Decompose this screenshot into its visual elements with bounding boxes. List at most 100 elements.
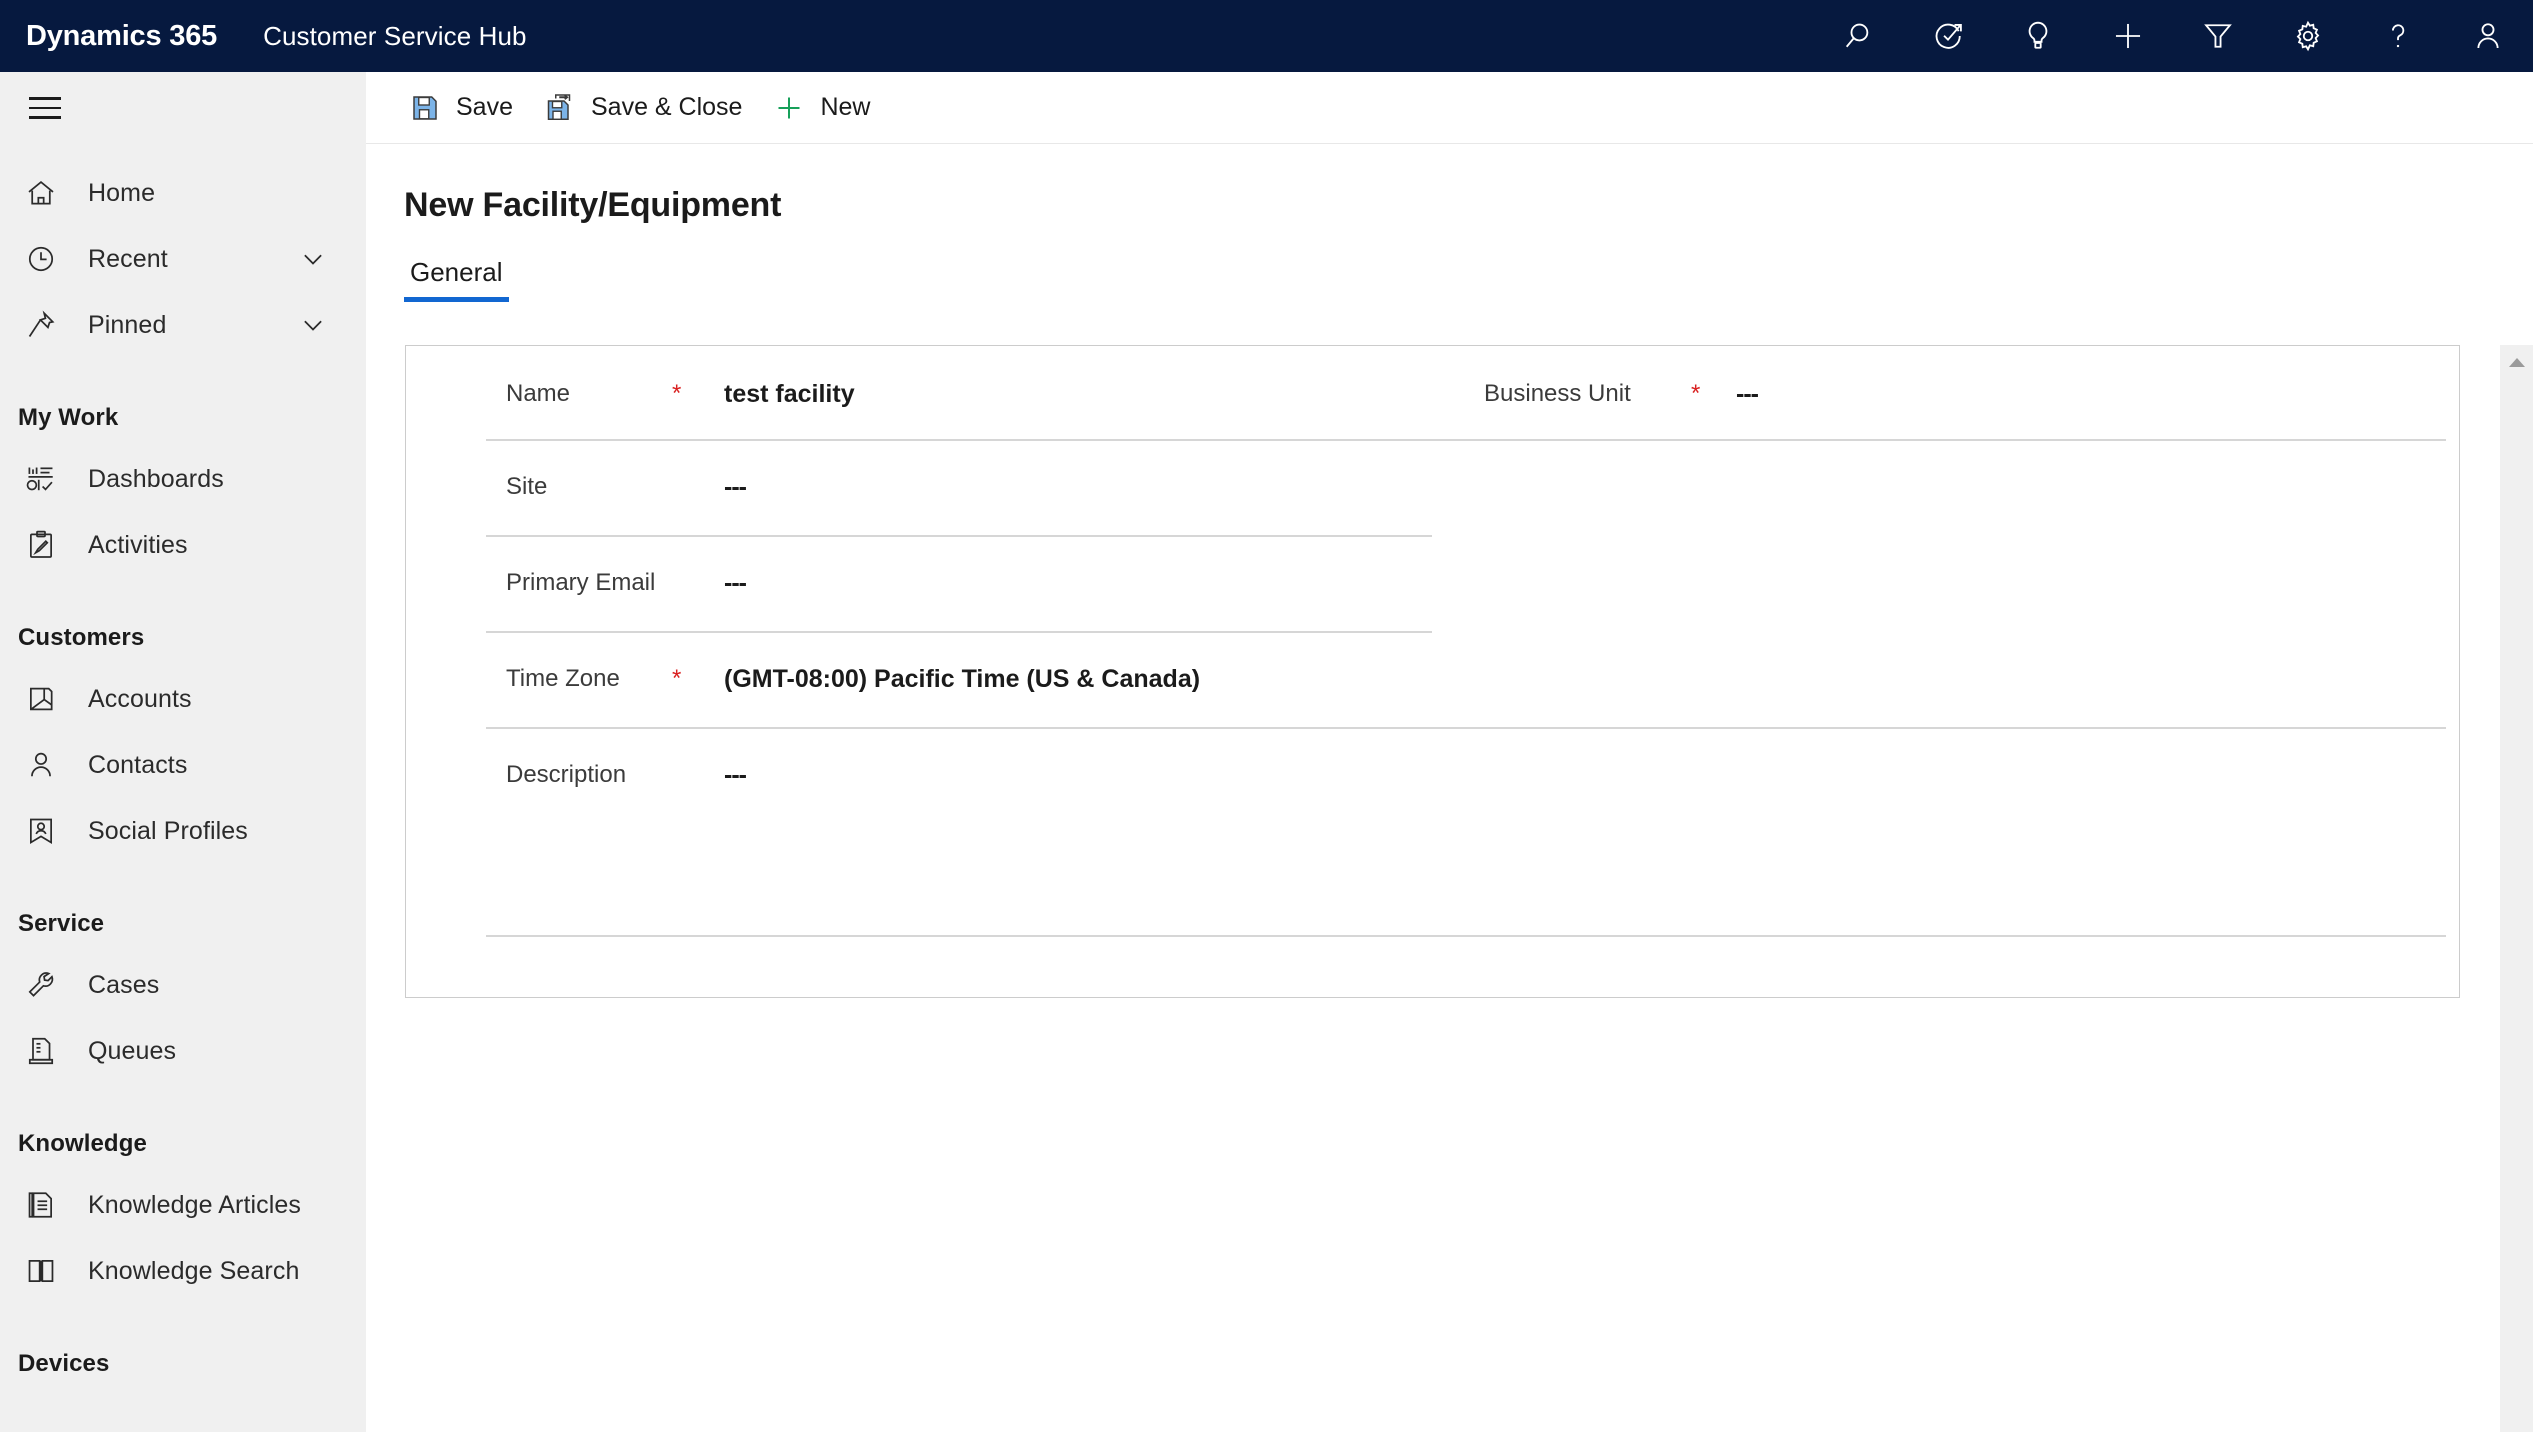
clock-icon — [16, 243, 66, 275]
page-title: New Facility/Equipment — [404, 186, 782, 224]
chevron-down-icon[interactable] — [298, 244, 328, 274]
new-button[interactable]: New — [758, 82, 886, 134]
home-icon — [16, 177, 66, 209]
activities-icon — [16, 529, 66, 561]
sidebar-item-home[interactable]: Home — [0, 160, 366, 226]
general-tab-form-card: Name * test facility Business Unit * ---… — [405, 345, 2460, 998]
field-row: Name — [506, 346, 570, 442]
sidebar-item-dashboards[interactable]: Dashboards — [0, 446, 366, 512]
field-label-business-unit: Business Unit — [1484, 380, 1631, 407]
field-value-text: --- — [1736, 379, 1759, 408]
filter-icon[interactable] — [2173, 0, 2263, 72]
search-icon[interactable] — [1813, 0, 1903, 72]
field-row: Business Unit — [1484, 346, 1631, 442]
field-divider — [486, 439, 2446, 441]
field-row: Description — [506, 727, 626, 823]
site-map-sidebar: Home Recent Pinned My Work Dashboards Ac… — [0, 72, 366, 1432]
sidebar-group-service: Service — [18, 910, 105, 937]
plus-icon[interactable] — [2083, 0, 2173, 72]
command-label: New — [820, 93, 871, 121]
wrench-icon — [16, 969, 66, 1001]
product-brand: Dynamics 365 — [26, 19, 218, 52]
gear-icon[interactable] — [2263, 0, 2353, 72]
user-icon[interactable] — [2443, 0, 2533, 72]
field-value-text: (GMT-08:00) Pacific Time (US & Canada) — [724, 664, 1201, 693]
sidebar-item-knowledge-articles[interactable]: Knowledge Articles — [0, 1172, 366, 1238]
tab-general[interactable]: General — [404, 257, 509, 302]
sidebar-item-label: Activities — [88, 530, 188, 559]
save-and-close-icon — [545, 93, 575, 123]
sidebar-group-devices: Devices — [18, 1350, 110, 1377]
tab-label: General — [410, 257, 503, 287]
sidebar-item-knowledge-search[interactable]: Knowledge Search — [0, 1238, 366, 1304]
sidebar-item-label: Social Profiles — [88, 816, 248, 845]
required-marker: * — [672, 631, 681, 727]
contacts-icon — [16, 749, 66, 781]
save-button[interactable]: Save — [394, 82, 529, 134]
sidebar-item-pinned[interactable]: Pinned — [0, 292, 366, 358]
field-divider — [486, 935, 2446, 937]
field-value-time-zone[interactable]: (GMT-08:00) Pacific Time (US & Canada) — [724, 631, 1200, 727]
field-divider — [486, 727, 2446, 729]
social-profile-icon — [16, 815, 66, 847]
field-label-primary-email: Primary Email — [506, 569, 656, 596]
command-label: Save — [456, 93, 513, 121]
book-icon — [16, 1255, 66, 1287]
required-marker: * — [1691, 346, 1700, 442]
vertical-scrollbar[interactable] — [2500, 345, 2533, 1432]
lightbulb-icon[interactable] — [1993, 0, 2083, 72]
required-asterisk: * — [672, 380, 682, 407]
sidebar-item-social-profiles[interactable]: Social Profiles — [0, 798, 366, 864]
sidebar-item-queues[interactable]: Queues — [0, 1018, 366, 1084]
sidebar-item-label: Cases — [88, 970, 160, 999]
queues-icon — [16, 1035, 66, 1067]
pin-icon — [16, 309, 66, 341]
sidebar-item-cases[interactable]: Cases — [0, 952, 366, 1018]
form-tabstrip: General — [404, 257, 2533, 302]
top-brand-bar: Dynamics 365 Customer Service Hub — [0, 0, 2533, 72]
field-value-text: --- — [724, 568, 747, 597]
save-and-close-button[interactable]: Save & Close — [529, 82, 758, 134]
sidebar-item-label: Contacts — [88, 750, 188, 779]
sidebar-item-label: Pinned — [88, 310, 167, 339]
sidebar-item-contacts[interactable]: Contacts — [0, 732, 366, 798]
field-value-description[interactable]: --- — [724, 727, 747, 823]
required-asterisk: * — [1691, 380, 1701, 407]
sidebar-item-activities[interactable]: Activities — [0, 512, 366, 578]
field-value-text: --- — [724, 472, 747, 501]
hamburger-menu-icon[interactable] — [10, 72, 80, 144]
save-icon — [410, 93, 440, 123]
field-row: Primary Email — [506, 535, 655, 631]
command-bar: Save Save & Close New — [366, 72, 2533, 144]
dashboard-icon — [16, 463, 66, 495]
sidebar-item-recent[interactable]: Recent — [0, 226, 366, 292]
field-value-site[interactable]: --- — [724, 439, 747, 535]
accounts-icon — [16, 683, 66, 715]
sidebar-item-label: Queues — [88, 1036, 177, 1065]
sidebar-item-label: Knowledge Articles — [88, 1190, 302, 1219]
required-marker: * — [672, 346, 681, 442]
sidebar-item-label: Home — [88, 178, 156, 207]
assistant-icon[interactable] — [1903, 0, 1993, 72]
sidebar-group-customers: Customers — [18, 624, 145, 651]
sidebar-item-label: Knowledge Search — [88, 1256, 300, 1285]
plus-icon — [774, 93, 804, 123]
help-icon[interactable] — [2353, 0, 2443, 72]
chevron-down-icon[interactable] — [298, 310, 328, 340]
required-asterisk: * — [672, 665, 682, 692]
field-value-primary-email[interactable]: --- — [724, 535, 747, 631]
sidebar-item-accounts[interactable]: Accounts — [0, 666, 366, 732]
field-value-name[interactable]: test facility — [724, 346, 855, 442]
field-label-time-zone: Time Zone — [506, 665, 620, 692]
sidebar-group-my-work: My Work — [18, 404, 119, 431]
field-value-text: --- — [724, 760, 747, 789]
sidebar-group-knowledge: Knowledge — [18, 1130, 147, 1157]
scroll-up-arrow-icon[interactable] — [2500, 345, 2533, 379]
field-value-business-unit[interactable]: --- — [1736, 346, 1759, 442]
field-row: Time Zone — [506, 631, 620, 727]
topbar-icon-group — [1813, 0, 2533, 72]
field-label-name: Name — [506, 380, 571, 407]
sidebar-item-label: Recent — [88, 244, 168, 273]
field-label-site: Site — [506, 473, 548, 500]
field-label-description: Description — [506, 761, 627, 788]
